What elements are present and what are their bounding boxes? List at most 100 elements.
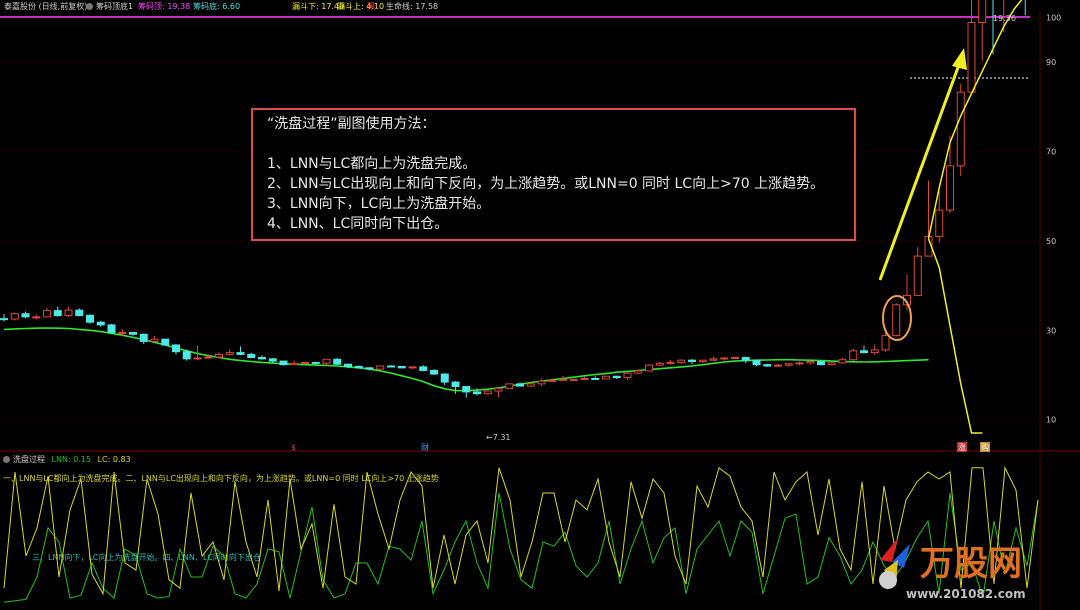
candle-body: [473, 391, 481, 395]
candle-body: [311, 361, 320, 364]
candlestick: [0, 314, 8, 322]
candlestick: [774, 363, 782, 367]
candlestick: [967, 0, 976, 94]
candlestick: [215, 352, 223, 358]
candlestick: [784, 363, 793, 367]
candle-body: [709, 358, 718, 361]
candlestick: [258, 355, 266, 360]
y-tick-label: 50: [1046, 237, 1056, 246]
price-chart[interactable]: 100 90 70 50 30 10 $ 财 涨 购 ←7.31 19.36: [0, 0, 1080, 610]
candle-body: [43, 310, 51, 318]
candle-body: [279, 360, 288, 366]
candle-body: [96, 321, 105, 326]
candle-body: [645, 364, 653, 372]
candlestick: [731, 356, 739, 360]
candlestick: [913, 247, 922, 296]
candle-body: [612, 375, 621, 379]
candle-body: [462, 386, 471, 393]
y-tick-label: 30: [1046, 326, 1056, 335]
sub-chart-header: 洗盘过程 LNN: 0.15 LC: 0.83: [3, 454, 131, 465]
candlestick: [849, 348, 858, 362]
watermark-url: www.201082.com: [906, 587, 1026, 601]
sub-indicator-name: 洗盘过程: [13, 455, 45, 464]
candle-body: [602, 375, 610, 380]
candlestick: [892, 303, 901, 337]
candlestick: [720, 357, 729, 361]
candle-body: [892, 304, 901, 337]
candlestick: [279, 360, 288, 366]
candlestick: [946, 135, 954, 213]
candle-body: [0, 318, 8, 321]
candlestick: [806, 360, 815, 365]
candle-body: [849, 350, 858, 361]
candlestick: [172, 344, 180, 355]
candle-body: [774, 364, 782, 367]
candle-body: [225, 352, 234, 355]
note-title: “洗盘过程”副图使用方法：: [267, 116, 436, 132]
candle-body: [516, 383, 524, 387]
candlestick: [247, 352, 256, 359]
candle-body: [967, 21, 976, 93]
watermark-brand: 万股网: [920, 544, 1022, 584]
candlestick: [408, 366, 417, 370]
candlestick: [430, 369, 438, 375]
note-line: 4、LNN、LC同时向下出仓。: [267, 216, 449, 232]
candlestick: [268, 357, 277, 363]
candle-body: [935, 209, 944, 237]
candle-body: [784, 363, 793, 366]
candle-body: [139, 333, 148, 342]
watermark-logo: 万股网 www.201082.com: [879, 538, 1026, 601]
candle-body: [75, 309, 84, 317]
candlestick: [827, 361, 836, 366]
candlestick: [709, 357, 718, 362]
candle-body: [913, 255, 922, 296]
candle-body: [946, 165, 954, 211]
candle-body: [978, 0, 987, 23]
candle-body: [720, 357, 729, 360]
candle-body: [172, 344, 180, 353]
candlestick: [129, 331, 137, 336]
candlestick: [354, 365, 363, 369]
note-line: 2、LNN与LC出现向上和向下反向，为上涨趋势。或LNN=0 同时 LC向上>7…: [267, 176, 825, 192]
candle-body: [623, 372, 632, 379]
candle-body: [204, 356, 213, 359]
candlestick: [903, 274, 911, 311]
candle-body: [688, 359, 696, 363]
candlestick: [64, 307, 73, 317]
candlestick: [569, 378, 578, 382]
candle-body: [64, 309, 73, 317]
legend-line-2: 三、LNN向下，LC向上为洗盘开始。四、LNN、LC同时向下出仓: [32, 553, 261, 562]
candle-body: [161, 338, 170, 346]
candlestick: [75, 308, 84, 317]
candle-body: [333, 358, 342, 365]
candle-body: [677, 359, 686, 363]
candle-body: [182, 351, 191, 360]
candlestick: [236, 346, 245, 356]
candlestick: [752, 359, 761, 366]
circle-icon: [3, 456, 10, 463]
candlestick: [870, 344, 879, 355]
candle-body: [494, 387, 503, 392]
high-price-label: 19.36: [993, 14, 1016, 23]
candle-body: [731, 357, 739, 360]
candle-body: [107, 324, 116, 333]
candle-body: [870, 349, 879, 354]
lc-label: LC: 0.83: [97, 455, 131, 464]
candlestick: [688, 358, 696, 365]
candlestick: [860, 345, 868, 354]
candlestick: [612, 375, 621, 379]
candle-body: [806, 361, 815, 364]
candlestick: [150, 336, 159, 342]
y-tick-label: 90: [1046, 58, 1056, 67]
candlestick: [440, 373, 449, 386]
candle-body: [86, 315, 94, 323]
candle-body: [236, 352, 245, 355]
candlestick: [53, 306, 62, 317]
candle-body: [268, 358, 277, 362]
candle-body: [118, 331, 127, 334]
candle-body: [860, 350, 868, 354]
candle-body: [795, 362, 804, 365]
lnn-label: LNN: 0.15: [51, 455, 92, 464]
candle-body: [387, 365, 395, 368]
arrow-head-icon: [952, 48, 967, 70]
